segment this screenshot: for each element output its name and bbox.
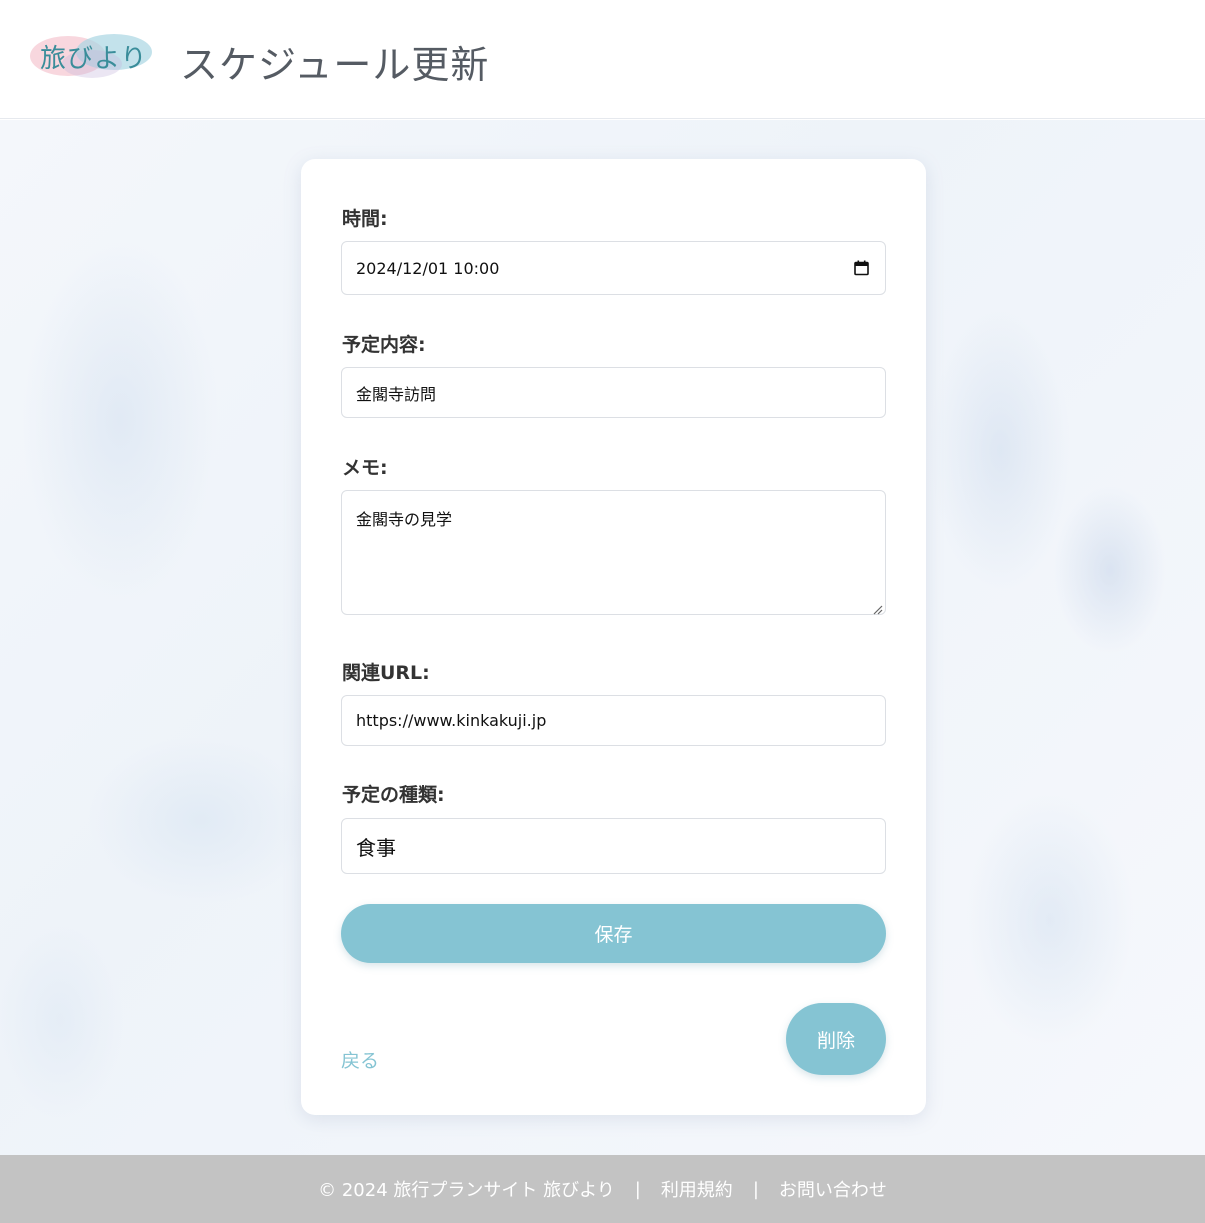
content-label: 予定内容: [342,334,426,356]
site-footer: © 2024 旅行プランサイト 旅びより | 利用規約 | お問い合わせ [0,1155,1205,1223]
footer-copyright: © 2024 旅行プランサイト 旅びより [318,1180,615,1201]
content-input[interactable]: 金閣寺訪問 [341,367,886,418]
time-input[interactable]: 2024/12/01 10:00 [341,241,886,295]
url-input[interactable]: https://www.kinkakuji.jp [341,695,886,746]
type-select[interactable]: 食事 [341,818,886,874]
footer-separator: | [634,1178,641,1200]
memo-textarea[interactable]: 金閣寺の見学 [341,490,886,615]
save-button[interactable]: 保存 [341,904,886,963]
back-link[interactable]: 戻る [341,1046,379,1073]
time-label: 時間: [342,208,388,230]
memo-value: 金閣寺の見学 [356,510,453,529]
calendar-icon[interactable] [854,260,869,276]
footer-separator: | [752,1178,759,1200]
delete-button[interactable]: 削除 [786,1003,886,1075]
schedule-form-card: 時間: 2024/12/01 10:00 予定内容: 金閣寺訪問 メモ: 金閣寺… [301,159,926,1115]
resize-handle-icon[interactable] [871,600,883,615]
url-value: https://www.kinkakuji.jp [356,711,547,730]
contact-link[interactable]: お問い合わせ [779,1176,887,1202]
terms-link[interactable]: 利用規約 [661,1176,733,1202]
site-logo[interactable]: 旅びより [28,30,156,82]
content-value: 金閣寺訪問 [356,384,437,404]
logo-text: 旅びより [40,44,148,74]
time-value: 2024/12/01 10:00 [356,258,500,278]
type-selected-value: 食事 [356,835,396,860]
url-label: 関連URL: [342,662,430,684]
type-label: 予定の種類: [342,784,445,806]
page-title: スケジュール更新 [180,43,490,87]
site-header: 旅びより スケジュール更新 [0,0,1205,119]
memo-label: メモ: [342,457,388,479]
